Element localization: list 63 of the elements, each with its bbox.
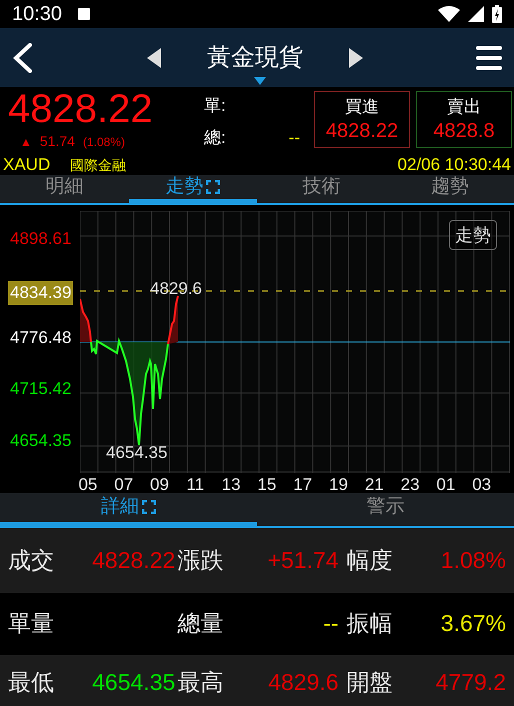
axis-label: 17 bbox=[292, 475, 314, 495]
page-title[interactable]: 黃金現貨 bbox=[207, 40, 303, 76]
axis-label: 4898.61 bbox=[10, 229, 72, 249]
axis-label: 11 bbox=[185, 475, 206, 495]
next-icon[interactable] bbox=[349, 48, 363, 68]
field-value: 1.08% bbox=[440, 546, 506, 575]
axis-label: 05 bbox=[77, 475, 98, 495]
wifi-icon bbox=[438, 6, 460, 22]
menu-icon[interactable] bbox=[476, 46, 502, 70]
field-value: 4654.35 bbox=[92, 668, 176, 698]
axis-label: 4776.48 bbox=[10, 328, 72, 348]
axis-label: 23 bbox=[400, 475, 421, 495]
price-change: 51.74 bbox=[40, 132, 75, 151]
view-tab[interactable]: 趨勢 bbox=[386, 175, 514, 203]
dropdown-icon[interactable] bbox=[254, 77, 266, 85]
field-label: 成交 bbox=[8, 546, 54, 575]
axis-label: 13 bbox=[220, 475, 242, 495]
field-label: 振幅 bbox=[346, 609, 393, 638]
battery-icon bbox=[492, 5, 502, 23]
axis-label: 07 bbox=[113, 475, 134, 495]
change-percent: (1.08%) bbox=[82, 134, 125, 150]
detail-tab[interactable]: 警示 bbox=[257, 493, 514, 526]
reference-price-badge: 4834.39 bbox=[8, 281, 74, 305]
quote-time: 02/06 10:30:44 bbox=[398, 155, 511, 175]
chart-mode-button[interactable]: 走勢 bbox=[449, 220, 497, 250]
axis-label: 03 bbox=[471, 475, 492, 495]
buy-button[interactable]: 買進 4828.22 bbox=[314, 91, 410, 148]
axis-label: 4654.35 bbox=[10, 431, 72, 451]
low-price-label: 4654.35 bbox=[106, 443, 168, 463]
field-value: 4779.2 bbox=[436, 668, 506, 698]
previous-icon[interactable] bbox=[147, 48, 161, 68]
exchange-name: 國際金融 bbox=[70, 156, 126, 175]
total-label: 總: bbox=[204, 126, 226, 148]
field-label: 總量 bbox=[177, 609, 224, 638]
unit-label: 單: bbox=[204, 95, 227, 117]
status-time: 10:30 bbox=[12, 2, 62, 27]
field-value: 3.67% bbox=[440, 609, 506, 638]
view-tab[interactable]: 技術 bbox=[257, 175, 386, 203]
axis-label: 4715.42 bbox=[10, 379, 72, 399]
field-label: 幅度 bbox=[346, 546, 393, 575]
view-tab[interactable]: 明細 bbox=[0, 175, 128, 203]
field-label: 漲跌 bbox=[177, 546, 224, 575]
field-value: 4828.22 bbox=[92, 546, 176, 575]
symbol-code: XAUD bbox=[3, 155, 50, 175]
axis-label: 15 bbox=[256, 475, 278, 495]
field-value: 4829.6 bbox=[268, 668, 339, 698]
axis-label: 09 bbox=[149, 475, 170, 495]
axis-label: 19 bbox=[328, 475, 349, 495]
sell-button[interactable]: 賣出 4828.8 bbox=[416, 91, 512, 148]
last-price: 4828.22 bbox=[8, 87, 154, 131]
high-price-label: 4829.6 bbox=[150, 279, 202, 299]
field-value: -- bbox=[323, 609, 339, 638]
axis-label: 21 bbox=[364, 475, 385, 495]
field-label: 最高 bbox=[177, 668, 224, 698]
axis-label: 01 bbox=[435, 475, 456, 495]
field-label: 開盤 bbox=[346, 668, 393, 698]
total-value: -- bbox=[288, 126, 300, 148]
field-label: 最低 bbox=[8, 668, 54, 698]
back-icon[interactable] bbox=[12, 42, 34, 72]
field-label: 單量 bbox=[8, 609, 54, 638]
field-value: +51.74 bbox=[268, 546, 339, 575]
up-arrow: ▲ bbox=[20, 134, 32, 150]
signal-icon bbox=[468, 6, 484, 22]
